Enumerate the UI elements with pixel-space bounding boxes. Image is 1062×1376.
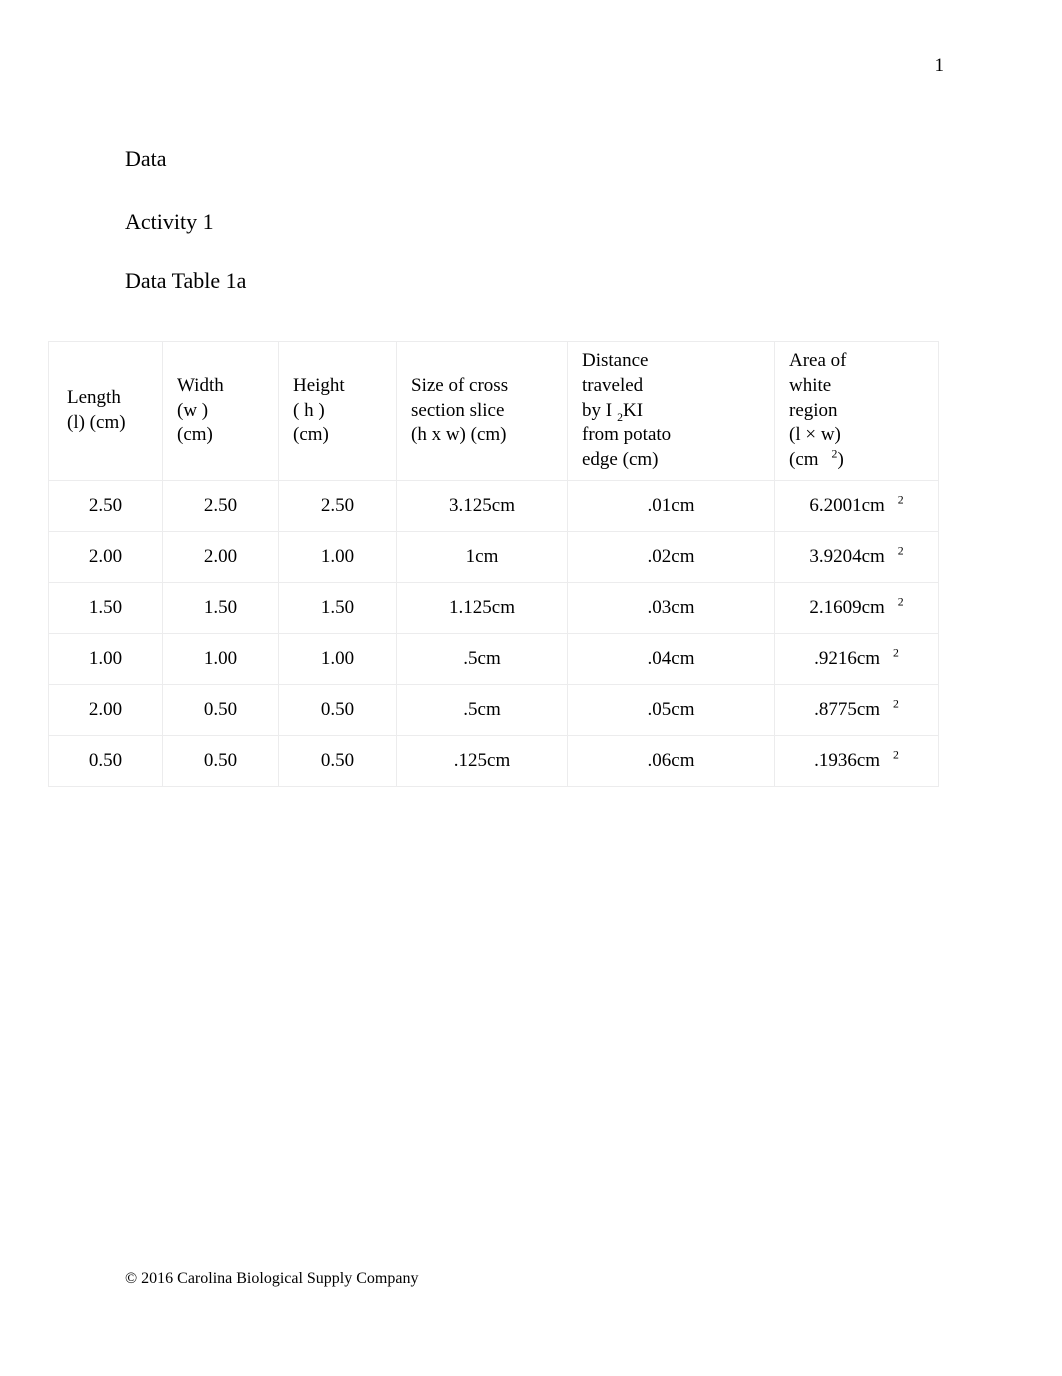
cell-area[interactable]: 3.9204cm 2 <box>774 531 939 583</box>
column-header-distance: Distance traveled by I 2KI from potato ed… <box>567 341 775 481</box>
cell-area[interactable]: 6.2001cm 2 <box>774 480 939 532</box>
cell-cross-section[interactable]: 1.125cm <box>396 582 568 634</box>
cell-distance[interactable]: .01cm <box>567 480 775 532</box>
data-table-1a-wrapper: Length (l) (cm) Width (w ) (cm) Height (… <box>48 341 939 787</box>
cell-width: 0.50 <box>162 684 279 736</box>
cell-width: 1.00 <box>162 633 279 685</box>
cell-area-value: .1936cm <box>814 749 881 771</box>
table-row: 2.50 2.50 2.50 3.125cm .01cm 6.2001cm 2 <box>48 480 939 532</box>
cell-area[interactable]: .9216cm 2 <box>774 633 939 685</box>
cell-area-superscript: 2 <box>893 646 899 660</box>
column-header-distance-line3: by I 2KI <box>582 399 764 424</box>
cell-distance[interactable]: .03cm <box>567 582 775 634</box>
cell-length: 1.50 <box>48 582 163 634</box>
cell-area-superscript: 2 <box>893 697 899 711</box>
column-header-area-line5: (cm 2) <box>789 448 928 473</box>
column-header-length-line2: (l) (cm) <box>67 412 126 433</box>
cell-length: 2.50 <box>48 480 163 532</box>
table-body: 2.50 2.50 2.50 3.125cm .01cm 6.2001cm 2 2… <box>48 480 939 787</box>
cell-area-value: .9216cm <box>814 647 881 669</box>
column-header-length-line1: Length <box>67 387 121 409</box>
column-header-height-line3: (cm) <box>293 424 329 446</box>
column-header-height: Height ( h ) (cm) <box>278 341 397 481</box>
table-row: 2.00 2.00 1.00 1cm .02cm 3.9204cm 2 <box>48 531 939 583</box>
cell-cross-section[interactable]: .125cm <box>396 735 568 787</box>
column-header-width: Width (w ) (cm) <box>162 341 279 481</box>
cell-width: 0.50 <box>162 735 279 787</box>
table-row: 0.50 0.50 0.50 .125cm .06cm .1936cm 2 <box>48 735 939 787</box>
column-header-cross-section-line3: (h x w) (cm) <box>411 424 507 446</box>
cell-height: 1.00 <box>278 633 397 685</box>
cell-area-superscript: 2 <box>897 595 904 609</box>
cell-area-value: 6.2001cm <box>809 494 885 516</box>
cell-height: 0.50 <box>278 735 397 787</box>
column-header-width-line1: Width <box>177 374 224 396</box>
cell-distance[interactable]: .02cm <box>567 531 775 583</box>
document-page: 1 Data Activity 1 Data Table 1a Length (… <box>0 0 1062 1376</box>
cell-area[interactable]: .8775cm 2 <box>774 684 939 736</box>
column-header-area-line3: region <box>789 399 838 421</box>
cell-length: 1.00 <box>48 633 163 685</box>
heading-activity: Activity 1 <box>125 209 214 235</box>
cell-width: 2.00 <box>162 531 279 583</box>
cell-cross-section[interactable]: 1cm <box>396 531 568 583</box>
heading-data: Data <box>125 146 167 171</box>
cell-height: 1.00 <box>278 531 397 583</box>
column-header-area-line4: (l × w) <box>789 424 841 446</box>
column-header-area-line1: Area of <box>789 349 847 371</box>
cell-cross-section[interactable]: .5cm <box>396 633 568 685</box>
column-header-width-line3: (cm) <box>177 424 213 446</box>
cell-area-superscript: 2 <box>897 544 904 558</box>
cell-distance[interactable]: .05cm <box>567 684 775 736</box>
data-table-1a: Length (l) (cm) Width (w ) (cm) Height (… <box>48 341 939 787</box>
table-header-row: Length (l) (cm) Width (w ) (cm) Height (… <box>48 341 939 481</box>
cell-distance[interactable]: .06cm <box>567 735 775 787</box>
column-header-cross-section-line2: section slice <box>411 399 505 421</box>
cell-area[interactable]: .1936cm 2 <box>774 735 939 787</box>
heading-data-table: Data Table 1a <box>125 267 247 293</box>
cell-cross-section[interactable]: 3.125cm <box>396 480 568 532</box>
cell-area-superscript: 2 <box>897 493 904 507</box>
page-number: 1 <box>934 55 945 76</box>
column-header-distance-line4: from potato <box>582 424 672 446</box>
document-headings: Data Activity 1 Data Table 1a <box>125 146 885 293</box>
cell-area-value: 2.1609cm <box>809 596 885 618</box>
column-header-distance-line2: traveled <box>582 374 644 396</box>
column-header-distance-line5: edge (cm) <box>582 449 659 471</box>
cell-distance[interactable]: .04cm <box>567 633 775 685</box>
cell-cross-section[interactable]: .5cm <box>396 684 568 736</box>
cell-height: 1.50 <box>278 582 397 634</box>
column-header-area-line2: white <box>789 374 832 396</box>
cell-height: 0.50 <box>278 684 397 736</box>
table-row: 1.00 1.00 1.00 .5cm .04cm .9216cm 2 <box>48 633 939 685</box>
cell-area-superscript: 2 <box>893 748 899 762</box>
column-header-cross-section-line1: Size of cross <box>411 374 509 396</box>
distance-formula-suffix: KI <box>622 399 644 421</box>
cell-width: 1.50 <box>162 582 279 634</box>
column-header-length: Length (l) (cm) <box>48 341 163 481</box>
cell-width: 2.50 <box>162 480 279 532</box>
table-header: Length (l) (cm) Width (w ) (cm) Height (… <box>48 341 939 481</box>
distance-formula-prefix: by I <box>582 399 613 421</box>
column-header-height-line2: ( h ) <box>293 399 325 421</box>
cell-length: 0.50 <box>48 735 163 787</box>
area-unit-suffix: ) <box>837 449 844 471</box>
cell-height: 2.50 <box>278 480 397 532</box>
column-header-width-line2: (w ) <box>177 399 209 421</box>
cell-length: 2.00 <box>48 531 163 583</box>
column-header-area: Area of white region (l × w) (cm 2) <box>774 341 939 481</box>
cell-area-value: .8775cm <box>814 698 881 720</box>
column-header-cross-section: Size of cross section slice (h x w) (cm) <box>396 341 568 481</box>
column-header-height-line1: Height <box>293 374 345 396</box>
column-header-distance-line1: Distance <box>582 349 649 371</box>
cell-length: 2.00 <box>48 684 163 736</box>
footer-copyright: © 2016 Carolina Biological Supply Compan… <box>125 1270 419 1287</box>
area-unit-prefix: (cm <box>789 449 819 471</box>
table-row: 1.50 1.50 1.50 1.125cm .03cm 2.1609cm 2 <box>48 582 939 634</box>
cell-area[interactable]: 2.1609cm 2 <box>774 582 939 634</box>
table-row: 2.00 0.50 0.50 .5cm .05cm .8775cm 2 <box>48 684 939 736</box>
cell-area-value: 3.9204cm <box>809 545 885 567</box>
